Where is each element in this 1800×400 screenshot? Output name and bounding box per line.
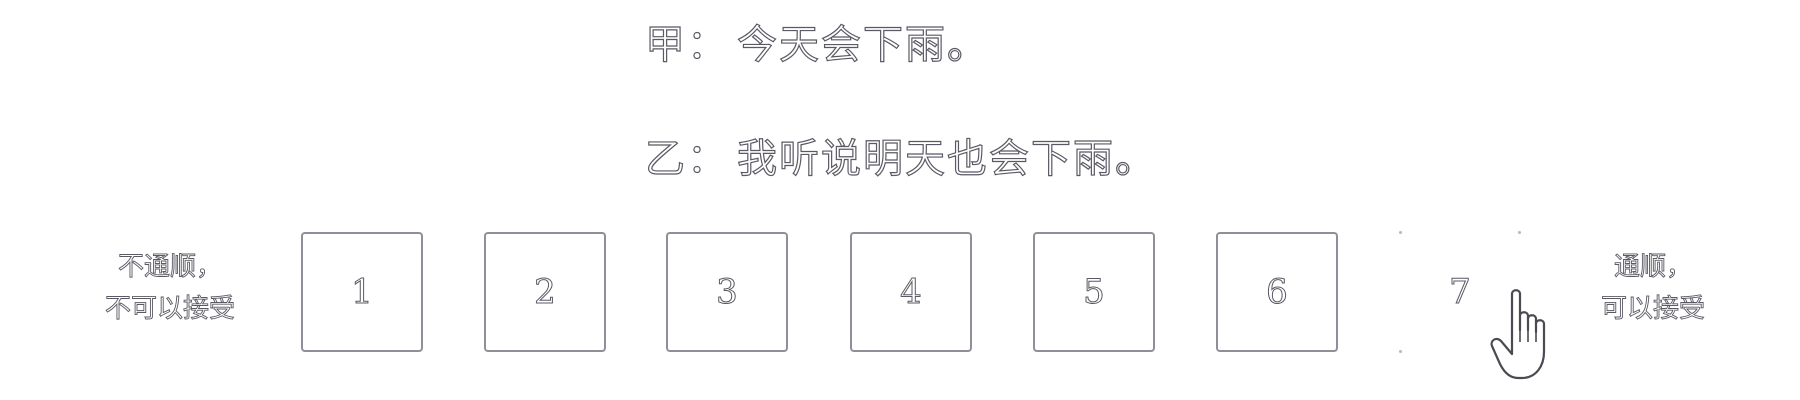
- scale-right-label-line1: 通顺，: [1613, 252, 1693, 283]
- scale-left-label-line2: 不可以接受: [104, 294, 236, 325]
- hover-corner-dot: [1399, 350, 1402, 353]
- scale-right-anchor-label: 通顺， 可以接受: [1578, 246, 1728, 330]
- hover-corner-dot: [1399, 231, 1402, 234]
- speaker-a-label: 甲：: [644, 21, 729, 68]
- dialog-line-b: 乙： 我听说明天也会下雨。: [644, 126, 1157, 184]
- rating-option-4[interactable]: 4: [850, 232, 972, 352]
- rating-option-3[interactable]: 3: [666, 232, 788, 352]
- speaker-b-label: 乙：: [644, 135, 729, 182]
- hand-pointer-icon: [1490, 289, 1546, 380]
- scale-left-label-line1: 不通顺，: [117, 252, 223, 283]
- dialog-line-a: 甲： 今天会下雨。: [644, 12, 989, 70]
- dialog-a-text: 今天会下雨。: [736, 21, 989, 68]
- scale-left-anchor-label: 不通顺， 不可以接受: [85, 246, 255, 330]
- rating-option-6[interactable]: 6: [1216, 232, 1338, 352]
- rating-option-2[interactable]: 2: [484, 232, 606, 352]
- rating-option-5[interactable]: 5: [1033, 232, 1155, 352]
- rating-option-1[interactable]: 1: [301, 232, 423, 352]
- hover-corner-dot: [1518, 231, 1521, 234]
- dialog-b-text: 我听说明天也会下雨。: [736, 135, 1157, 182]
- scale-right-label-line2: 可以接受: [1600, 294, 1706, 325]
